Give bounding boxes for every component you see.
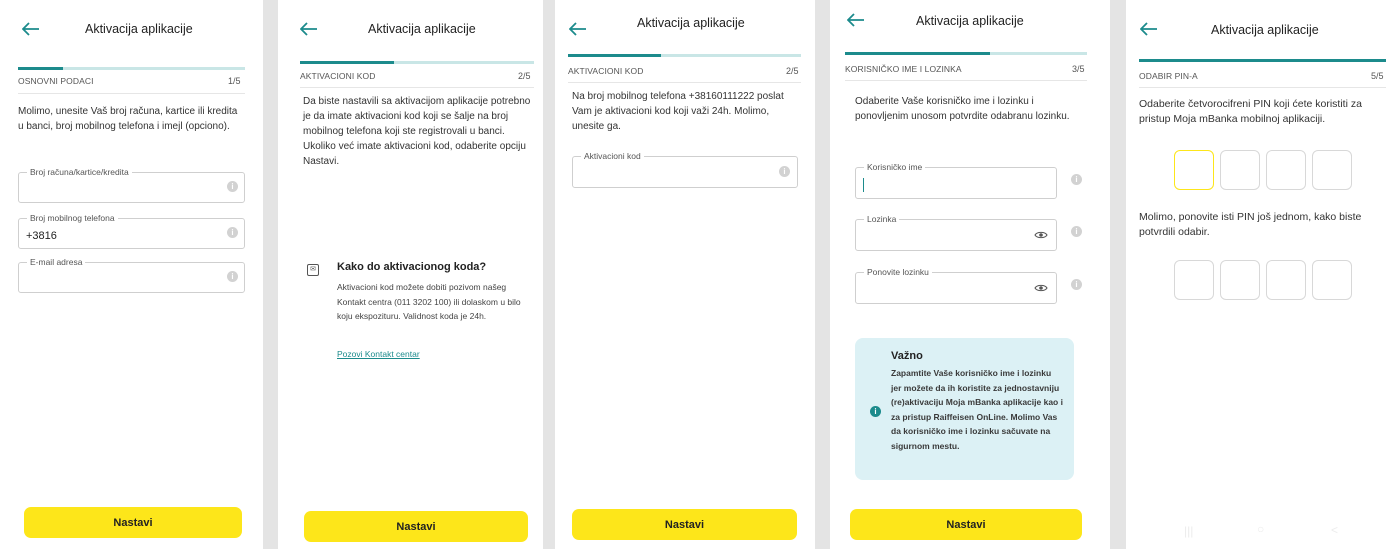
pin-digit-1[interactable] (1174, 150, 1214, 190)
continue-button[interactable]: Nastavi (304, 511, 528, 542)
text-cursor (863, 178, 864, 192)
info-icon[interactable]: i (227, 227, 238, 238)
info-icon[interactable]: i (1071, 279, 1082, 290)
field-label: Korisničko ime (864, 162, 926, 172)
info-icon[interactable]: i (1071, 174, 1082, 185)
progress-fill (568, 54, 662, 57)
help-title: Kako do aktivacionog koda? (337, 261, 487, 273)
menu-icon[interactable]: ||| (1184, 524, 1193, 538)
arrow-left-icon[interactable] (300, 22, 318, 36)
intro-text: Da biste nastavili sa aktivacijom aplika… (303, 96, 531, 167)
field-label: Broj računa/kartice/kredita (27, 167, 132, 177)
confirm-pin-digit-2[interactable] (1220, 260, 1260, 300)
step-label: AKTIVACIONI KOD (568, 66, 644, 76)
intro-text: Odaberite četvorocifreni PIN koji ćete k… (1139, 98, 1362, 125)
important-note: Važno i Zapamtite Vaše korisničko ime i … (855, 338, 1074, 480)
help-text: Aktivacioni kod možete dobiti pozivom na… (337, 282, 521, 321)
progress-bar (18, 67, 245, 70)
confirm-text: Molimo, ponovite isti PIN još jednom, ka… (1139, 211, 1362, 238)
phone-number-field[interactable]: Broj mobilnog telefona +3816 (18, 213, 245, 249)
field-value: +3816 (26, 230, 57, 242)
field-label: Broj mobilnog telefona (27, 213, 118, 223)
sms-icon: ✉ (307, 264, 319, 276)
info-icon[interactable]: i (227, 271, 238, 282)
call-contact-center-link[interactable]: Pozovi Kontakt centar (337, 349, 420, 359)
divider (845, 80, 1087, 81)
pin-digit-3[interactable] (1266, 150, 1306, 190)
eye-icon[interactable] (1034, 230, 1048, 240)
arrow-left-icon[interactable] (847, 13, 865, 27)
arrow-left-icon[interactable] (1140, 22, 1158, 36)
divider (18, 93, 245, 94)
step-number: 2/5 (518, 71, 531, 81)
back-nav-icon[interactable]: < (1331, 523, 1338, 537)
continue-button[interactable]: Nastavi (572, 509, 797, 540)
page-title: Aktivacija aplikacije (368, 22, 476, 36)
eye-icon[interactable] (1034, 283, 1048, 293)
pin-digit-2[interactable] (1220, 150, 1260, 190)
field-label: Ponovite lozinku (864, 267, 932, 277)
continue-button[interactable]: Nastavi (850, 509, 1082, 540)
screen-pin-setup: Aktivacija aplikacije ODABIR PIN-A 5/5 O… (1126, 0, 1388, 549)
divider (300, 87, 534, 88)
step-label: KORISNIČKO IME I LOZINKA (845, 64, 962, 74)
pin-digit-4[interactable] (1312, 150, 1352, 190)
activation-code-field[interactable]: Aktivacioni kod (572, 151, 798, 188)
step-label: AKTIVACIONI KOD (300, 71, 376, 81)
info-icon[interactable]: i (1071, 226, 1082, 237)
note-title: Važno (891, 350, 923, 362)
screen-basic-data: Aktivacija aplikacije OSNOVNI PODACI 1/5… (0, 0, 263, 549)
step-label: OSNOVNI PODACI (18, 76, 94, 86)
email-field[interactable]: E-mail adresa (18, 257, 245, 293)
info-icon[interactable]: i (779, 166, 790, 177)
password-field[interactable]: Lozinka (855, 214, 1057, 251)
step-number: 3/5 (1072, 64, 1085, 74)
intro-text: Odaberite Vaše korisničko ime i lozinku … (855, 96, 1070, 122)
username-field[interactable]: Korisničko ime (855, 162, 1057, 199)
progress-bar (1139, 59, 1386, 62)
divider (568, 82, 801, 83)
arrow-left-icon[interactable] (22, 22, 40, 36)
arrow-left-icon[interactable] (569, 22, 587, 36)
note-text: Zapamtite Vaše korisničko ime i lozinku … (891, 368, 1063, 451)
continue-button[interactable]: Nastavi (24, 507, 242, 538)
confirm-pin-digit-3[interactable] (1266, 260, 1306, 300)
progress-fill (845, 52, 991, 55)
progress-bar (300, 61, 534, 64)
info-icon[interactable]: i (227, 181, 238, 192)
progress-bar (568, 54, 801, 57)
intro-text: Na broj mobilnog telefona +38160111222 p… (572, 91, 784, 132)
progress-fill (18, 67, 64, 70)
confirm-pin-digit-4[interactable] (1312, 260, 1352, 300)
info-icon: i (870, 406, 881, 417)
account-number-field[interactable]: Broj računa/kartice/kredita (18, 167, 245, 203)
page-title: Aktivacija aplikacije (85, 22, 193, 36)
home-icon[interactable]: ○ (1257, 522, 1264, 536)
repeat-password-field[interactable]: Ponovite lozinku (855, 267, 1057, 304)
field-label: Lozinka (864, 214, 900, 224)
screen-activation-info: Aktivacija aplikacije AKTIVACIONI KOD 2/… (278, 0, 543, 549)
page-title: Aktivacija aplikacije (1211, 23, 1319, 37)
screen-username-password: Aktivacija aplikacije KORISNIČKO IME I L… (830, 0, 1110, 549)
divider (1139, 87, 1386, 88)
step-label: ODABIR PIN-A (1139, 71, 1198, 81)
progress-fill (1139, 59, 1386, 62)
step-number: 1/5 (228, 76, 241, 86)
page-title: Aktivacija aplikacije (637, 16, 745, 30)
progress-bar (845, 52, 1087, 55)
progress-fill (300, 61, 394, 64)
step-number: 2/5 (786, 66, 799, 76)
field-label: Aktivacioni kod (581, 151, 644, 161)
confirm-pin-digit-1[interactable] (1174, 260, 1214, 300)
step-number: 5/5 (1371, 71, 1384, 81)
field-label: E-mail adresa (27, 257, 86, 267)
screen-activation-code: Aktivacija aplikacije AKTIVACIONI KOD 2/… (555, 0, 815, 549)
page-title: Aktivacija aplikacije (916, 14, 1024, 28)
intro-text: Molimo, unesite Vaš broj računa, kartice… (18, 106, 238, 132)
